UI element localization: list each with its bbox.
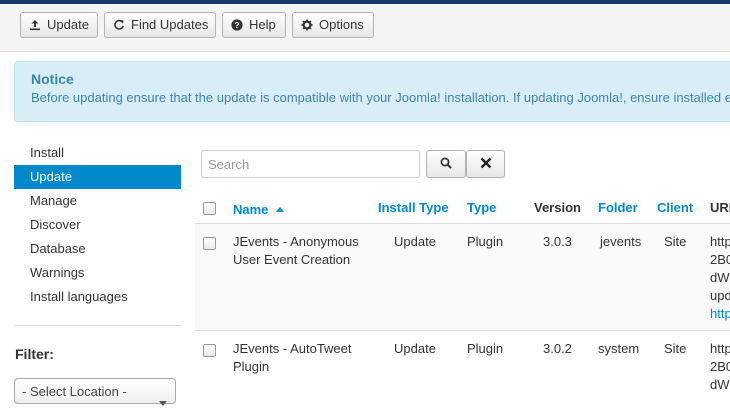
row-url-line: 2B0 bbox=[710, 252, 730, 267]
upload-icon bbox=[29, 19, 41, 31]
row-checkbox[interactable] bbox=[203, 344, 216, 357]
notice-alert: Notice Before updating ensure that the u… bbox=[14, 61, 730, 122]
close-icon bbox=[480, 157, 492, 172]
sidebar-divider bbox=[14, 325, 181, 326]
filter-label: Filter: bbox=[15, 346, 54, 362]
row-install-type: Update bbox=[394, 341, 436, 356]
row-name: JEvents - Anonymous User Event Creation bbox=[233, 233, 359, 269]
row-client: Site bbox=[664, 234, 687, 249]
row-checkbox[interactable] bbox=[203, 237, 216, 250]
row-name-line: Plugin bbox=[233, 359, 270, 374]
search-icon bbox=[440, 157, 452, 172]
question-circle-icon: ? bbox=[231, 19, 243, 31]
notice-text: Before updating ensure that the update i… bbox=[31, 90, 730, 105]
row-url-link[interactable]: http bbox=[710, 305, 730, 323]
options-button-label: Options bbox=[319, 17, 364, 32]
search-button[interactable] bbox=[426, 150, 466, 178]
row-url: http 2B0 dW upd http bbox=[710, 233, 730, 323]
row-url-line: 2B0 bbox=[710, 359, 730, 374]
row-folder: jevents bbox=[600, 234, 642, 249]
row-type: Plugin bbox=[467, 341, 504, 356]
sidebar-item-database[interactable]: Database bbox=[14, 237, 181, 261]
notice-title: Notice bbox=[31, 71, 74, 87]
find-updates-button-label: Find Updates bbox=[131, 17, 209, 32]
sidebar-item-warnings[interactable]: Warnings bbox=[14, 261, 181, 285]
row-client: Site bbox=[664, 341, 687, 356]
svg-text:?: ? bbox=[234, 20, 239, 30]
options-button[interactable]: Options bbox=[292, 12, 374, 38]
clear-search-button[interactable] bbox=[466, 150, 505, 178]
row-name-line: JEvents - Anonymous bbox=[233, 234, 359, 249]
row-url-line: upd bbox=[710, 288, 730, 303]
column-header-client[interactable]: Client bbox=[657, 200, 693, 215]
sidebar-item-discover[interactable]: Discover bbox=[14, 213, 181, 237]
select-all-checkbox[interactable] bbox=[203, 202, 216, 215]
update-button-label: Update bbox=[47, 17, 89, 32]
row-name-line: JEvents - AutoTweet bbox=[233, 341, 352, 356]
table-row-divider bbox=[195, 330, 730, 331]
search-input[interactable] bbox=[201, 150, 420, 178]
update-button[interactable]: Update bbox=[20, 12, 98, 38]
sidebar-item-install-languages[interactable]: Install languages bbox=[14, 285, 181, 309]
sidebar-item-update[interactable]: Update bbox=[14, 165, 181, 189]
help-button-label: Help bbox=[249, 17, 276, 32]
column-header-folder[interactable]: Folder bbox=[598, 200, 638, 215]
column-header-install-type[interactable]: Install Type bbox=[378, 200, 449, 215]
row-install-type: Update bbox=[394, 234, 436, 249]
column-header-version: Version bbox=[534, 200, 581, 215]
location-select[interactable]: - Select Location - bbox=[14, 378, 176, 406]
sort-ascending-icon bbox=[276, 200, 285, 215]
toolbar: Update Find Updates ? Help Options bbox=[0, 4, 730, 52]
row-url: http 2B0 dW bbox=[710, 340, 730, 394]
row-version: 3.0.3 bbox=[543, 234, 572, 249]
find-updates-button[interactable]: Find Updates bbox=[104, 12, 216, 38]
column-header-name[interactable]: Name bbox=[233, 200, 285, 217]
row-name-line: User Event Creation bbox=[233, 252, 351, 267]
column-header-name-label: Name bbox=[233, 202, 269, 217]
gear-icon bbox=[301, 19, 313, 31]
row-version: 3.0.2 bbox=[543, 341, 572, 356]
sidebar: Install Update Manage Discover Database … bbox=[14, 141, 181, 309]
column-header-type[interactable]: Type bbox=[467, 200, 496, 215]
sidebar-item-manage[interactable]: Manage bbox=[14, 189, 181, 213]
help-button[interactable]: ? Help bbox=[222, 12, 286, 38]
row-name: JEvents - AutoTweet Plugin bbox=[233, 340, 352, 376]
row-url-line: http bbox=[710, 341, 730, 356]
row-folder: system bbox=[598, 341, 640, 356]
chevron-down-icon bbox=[159, 389, 167, 415]
sidebar-item-install[interactable]: Install bbox=[14, 141, 181, 165]
row-url-line: dW bbox=[710, 377, 730, 392]
refresh-icon bbox=[113, 19, 125, 31]
row-url-line: dW bbox=[710, 270, 730, 285]
column-header-url: URL bbox=[710, 200, 730, 215]
row-url-line: http bbox=[710, 234, 730, 249]
row-type: Plugin bbox=[467, 234, 504, 249]
